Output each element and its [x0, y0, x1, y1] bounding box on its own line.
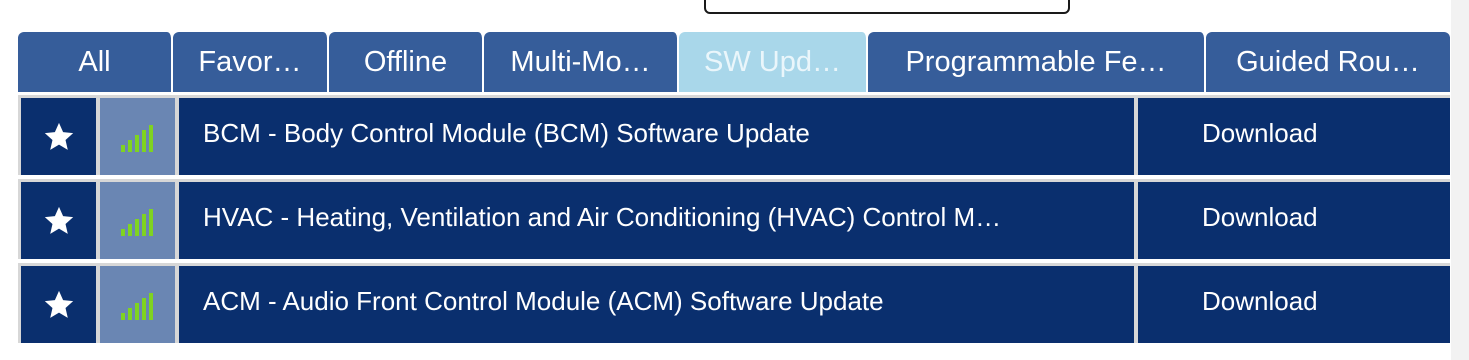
favorite-cell[interactable] [21, 182, 96, 259]
signal-cell [100, 266, 175, 343]
module-title: HVAC - Heating, Ventilation and Air Cond… [179, 182, 1134, 259]
signal-bars-icon [120, 208, 153, 236]
tab-all[interactable]: All [18, 32, 173, 92]
module-title: BCM - Body Control Module (BCM) Software… [179, 98, 1134, 175]
favorite-cell[interactable] [21, 266, 96, 343]
table-row[interactable]: BCM - Body Control Module (BCM) Software… [18, 95, 1450, 175]
tab-programmable-features[interactable]: Programmable Fe… [868, 32, 1206, 92]
signal-bars-icon [120, 124, 153, 152]
signal-cell [100, 182, 175, 259]
tab-bar: All Favor… Offline Multi-Mo… SW Upd… Pro… [18, 32, 1450, 92]
star-icon[interactable] [42, 204, 76, 238]
tab-guided-routines[interactable]: Guided Rou… [1206, 32, 1450, 92]
table-row[interactable]: ACM - Audio Front Control Module (ACM) S… [18, 263, 1450, 343]
star-icon[interactable] [42, 120, 76, 154]
scroll-edge [1451, 0, 1469, 360]
module-title: ACM - Audio Front Control Module (ACM) S… [179, 266, 1134, 343]
app-root: All Favor… Offline Multi-Mo… SW Upd… Pro… [0, 0, 1469, 360]
tab-multi-module[interactable]: Multi-Mo… [484, 32, 679, 92]
table-row[interactable]: HVAC - Heating, Ventilation and Air Cond… [18, 179, 1450, 259]
signal-cell [100, 98, 175, 175]
signal-bars-icon [120, 292, 153, 320]
tab-offline[interactable]: Offline [329, 32, 484, 92]
search-input[interactable] [704, 0, 1070, 14]
star-icon[interactable] [42, 288, 76, 322]
tab-favorites[interactable]: Favor… [173, 32, 329, 92]
download-button[interactable]: Download [1138, 98, 1450, 175]
download-button[interactable]: Download [1138, 266, 1450, 343]
favorite-cell[interactable] [21, 98, 96, 175]
tab-sw-update[interactable]: SW Upd… [679, 32, 868, 92]
download-button[interactable]: Download [1138, 182, 1450, 259]
